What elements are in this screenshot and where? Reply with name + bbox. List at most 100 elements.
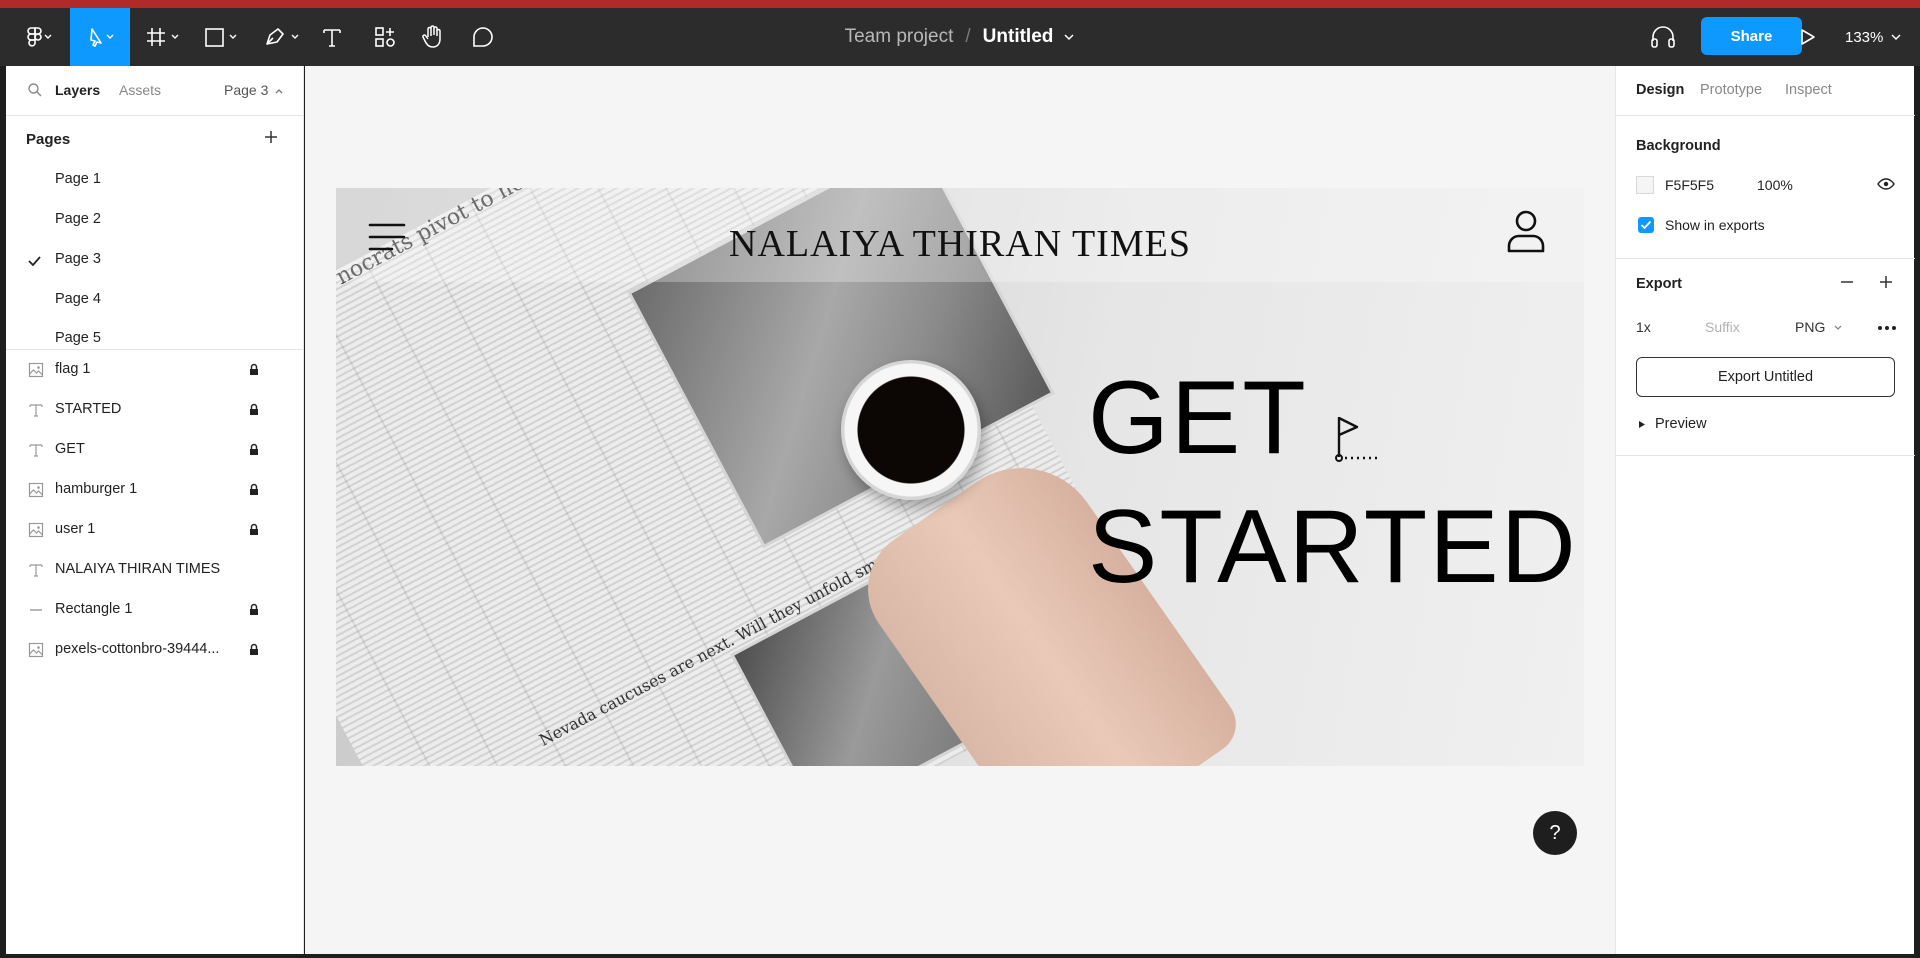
design-frame[interactable]: nocrats pivot to health care and Nevada …: [336, 188, 1584, 766]
triangle-right-icon[interactable]: [1638, 420, 1646, 429]
audio-call-button[interactable]: [1648, 8, 1678, 66]
plus-icon[interactable]: [1878, 274, 1894, 290]
comment-icon: [473, 27, 493, 47]
export-button[interactable]: Export Untitled: [1636, 357, 1895, 397]
project-name[interactable]: Team project: [845, 26, 954, 48]
minus-icon[interactable]: [1839, 274, 1855, 290]
rectangle-icon: [205, 28, 237, 47]
file-name[interactable]: Untitled: [983, 26, 1054, 48]
layer-name: user 1: [55, 521, 96, 537]
left-panel-tabs: Layers Assets Page 3: [6, 66, 304, 116]
export-format-select[interactable]: PNG: [1795, 319, 1843, 335]
tab-assets[interactable]: Assets: [119, 82, 161, 98]
checkmark-icon: [28, 256, 41, 266]
text-tool-button[interactable]: [318, 8, 346, 66]
layer-name: NALAIYA THIRAN TIMES: [55, 561, 221, 577]
present-button[interactable]: [1794, 8, 1822, 66]
layer-row[interactable]: flag 1: [6, 350, 304, 390]
zoom-level: 133%: [1845, 28, 1884, 46]
page-selector-label: Page 3: [224, 82, 269, 98]
figma-logo-icon: [27, 27, 52, 47]
layers-panel: Layers Assets Page 3 Pages Page 1 Page 2…: [6, 66, 304, 954]
tab-layers[interactable]: Layers: [55, 82, 100, 98]
page-item-2[interactable]: Page 2: [55, 211, 101, 227]
more-options-icon[interactable]: [1877, 325, 1897, 331]
layer-row[interactable]: STARTED: [6, 390, 304, 430]
chevron-down-icon: [1891, 34, 1901, 41]
preview-toggle[interactable]: Preview: [1655, 416, 1707, 432]
zoom-menu[interactable]: 133%: [1845, 8, 1903, 66]
background-opacity-input[interactable]: 100%: [1757, 177, 1793, 193]
file-menu-chevron-icon[interactable]: [1063, 33, 1075, 41]
canvas[interactable]: nocrats pivot to health care and Nevada …: [305, 66, 1615, 954]
layer-name: STARTED: [55, 401, 122, 417]
title-separator: /: [965, 26, 971, 47]
layer-row[interactable]: NALAIYA THIRAN TIMES: [6, 550, 304, 590]
page-item-3[interactable]: Page 3: [55, 251, 101, 267]
export-scale-select[interactable]: 1x: [1636, 319, 1651, 335]
comment-tool-button[interactable]: [468, 8, 498, 66]
layer-name: flag 1: [55, 361, 91, 377]
headline-get[interactable]: GET: [1088, 366, 1308, 470]
cursor-icon: [90, 28, 114, 47]
image-layer-icon: [28, 642, 44, 658]
search-icon[interactable]: [27, 82, 43, 98]
lock-icon[interactable]: [249, 643, 259, 656]
page-item-1[interactable]: Page 1: [55, 171, 101, 187]
share-button[interactable]: Share: [1701, 17, 1802, 55]
main-menu-button[interactable]: [18, 8, 60, 66]
hand-tool-button[interactable]: [418, 8, 448, 66]
headline-started[interactable]: STARTED: [1088, 495, 1578, 599]
text-layer-icon: [29, 564, 43, 577]
pen-tool-button[interactable]: [260, 8, 306, 66]
export-suffix-input[interactable]: Suffix: [1705, 319, 1740, 335]
show-in-exports-checkbox[interactable]: [1638, 217, 1654, 233]
lock-icon[interactable]: [249, 483, 259, 496]
lock-icon[interactable]: [249, 363, 259, 376]
help-button[interactable]: ?: [1533, 811, 1577, 855]
page-item-5[interactable]: Page 5: [55, 330, 101, 346]
background-heading: Background: [1636, 138, 1721, 154]
tab-design[interactable]: Design: [1636, 82, 1684, 98]
user-icon[interactable]: [1506, 210, 1546, 254]
coffee-cup-image: [841, 360, 981, 500]
page-item-4[interactable]: Page 4: [55, 291, 101, 307]
window-top-stripe: [0, 0, 1920, 8]
background-color-swatch[interactable]: [1636, 176, 1654, 194]
frame-tool-button[interactable]: [142, 8, 188, 66]
layer-row[interactable]: GET: [6, 430, 304, 470]
layer-row[interactable]: Rectangle 1: [6, 590, 304, 630]
tab-prototype[interactable]: Prototype: [1700, 82, 1762, 98]
layer-name: hamburger 1: [55, 481, 138, 497]
lock-icon[interactable]: [249, 403, 259, 416]
hand-icon: [422, 25, 441, 48]
shape-tool-button[interactable]: [200, 8, 246, 66]
page-selector[interactable]: Page 3: [224, 82, 284, 98]
properties-panel: Design Prototype Inspect Background F5F5…: [1615, 66, 1915, 954]
image-layer-icon: [28, 482, 44, 498]
flag-icon[interactable]: [1331, 413, 1381, 465]
lock-icon[interactable]: [249, 523, 259, 536]
eye-icon[interactable]: [1877, 178, 1895, 190]
section-divider: [1616, 455, 1915, 456]
background-hex-input[interactable]: F5F5F5: [1665, 177, 1714, 193]
brand-title[interactable]: NALAIYA THIRAN TIMES: [336, 222, 1584, 266]
right-panel-tabs: Design Prototype Inspect: [1616, 66, 1915, 116]
tab-inspect[interactable]: Inspect: [1785, 82, 1832, 98]
move-tool-button[interactable]: [70, 8, 130, 66]
text-icon: [323, 29, 341, 47]
layer-row[interactable]: pexels-cottonbro-39444...: [6, 630, 304, 670]
frame-icon: [147, 28, 179, 46]
layer-row[interactable]: user 1: [6, 510, 304, 550]
lock-icon[interactable]: [249, 443, 259, 456]
section-divider: [1616, 258, 1915, 259]
layer-row[interactable]: hamburger 1: [6, 470, 304, 510]
lock-icon[interactable]: [249, 603, 259, 616]
layer-name: GET: [55, 441, 85, 457]
pen-icon: [266, 28, 299, 45]
figma-app: Team project / Untitled Share 133% Layer…: [0, 0, 1920, 958]
line-layer-icon: [30, 609, 42, 611]
resources-tool-button[interactable]: [372, 8, 398, 66]
add-page-icon[interactable]: [262, 128, 280, 146]
play-icon: [1801, 29, 1815, 45]
